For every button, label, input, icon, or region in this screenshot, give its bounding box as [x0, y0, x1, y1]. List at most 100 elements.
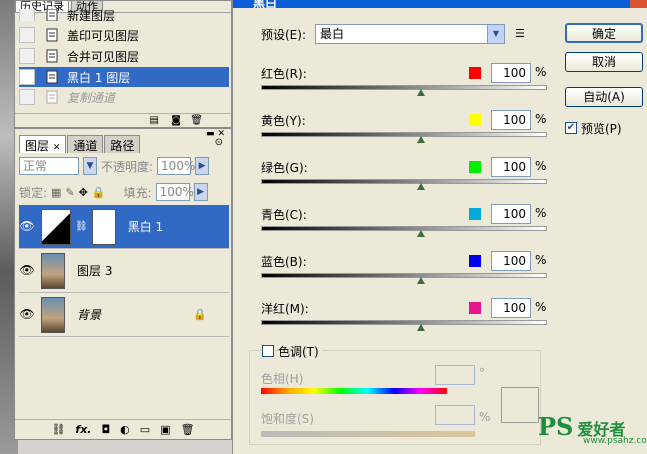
- layer-row-bw[interactable]: 👁 ⛓ 黑白 1: [19, 205, 229, 249]
- hue-slider[interactable]: [261, 388, 447, 394]
- tint-checkbox[interactable]: [262, 345, 274, 357]
- panel-menu-icon[interactable]: ⊙: [215, 137, 223, 148]
- slider-value-input[interactable]: 100: [491, 110, 531, 130]
- blend-mode-dropdown-icon[interactable]: ▼: [83, 157, 97, 175]
- cancel-button[interactable]: 取消: [565, 52, 643, 72]
- slider-track[interactable]: [261, 273, 547, 278]
- new-document-icon[interactable]: ▤: [150, 115, 159, 126]
- mask-thumbnail: [91, 208, 116, 245]
- close-button[interactable]: [630, 0, 647, 8]
- history-item-label: 合并可见图层: [67, 49, 140, 64]
- eye-icon[interactable]: 👁: [19, 307, 35, 323]
- lock-fill-row: 锁定: ▦ ✎ ✥ 🔒 填充: 100% ▶: [19, 181, 227, 203]
- color-swatch: [469, 114, 481, 126]
- saturation-label: 饱和度(S): [261, 412, 314, 426]
- history-item-label: 新建图层: [67, 9, 116, 21]
- history-checkbox[interactable]: [19, 48, 35, 64]
- preset-menu-icon[interactable]: ☰: [515, 27, 525, 40]
- lock-pixels-icon[interactable]: ✎: [65, 186, 74, 199]
- fill-arrow-icon[interactable]: ▶: [193, 183, 208, 201]
- slider-track[interactable]: [261, 320, 547, 325]
- layer-row-background[interactable]: 👁 背景 🔒: [19, 293, 229, 337]
- slider-knob[interactable]: [417, 136, 426, 143]
- dialog-titlebar[interactable]: 黑白: [233, 0, 647, 10]
- ok-button[interactable]: 确定: [565, 23, 643, 43]
- lock-all-icon[interactable]: 🔒: [92, 186, 106, 199]
- slider-knob[interactable]: [417, 183, 426, 190]
- chain-icon[interactable]: ⛓: [75, 221, 88, 232]
- slider-track[interactable]: [261, 85, 547, 90]
- color-swatch: [469, 302, 481, 314]
- lock-icon: 🔒: [193, 308, 207, 321]
- slider-track[interactable]: [261, 179, 547, 184]
- chevron-down-icon[interactable]: ▼: [487, 25, 504, 43]
- opacity-input[interactable]: 100%: [157, 157, 195, 175]
- history-item-selected[interactable]: ▶ 黑白 1 图层: [19, 67, 229, 87]
- history-item[interactable]: 盖印可见图层: [19, 25, 229, 45]
- tab-paths[interactable]: 路径: [104, 135, 141, 153]
- snapshot-icon[interactable]: ◙: [171, 115, 181, 126]
- trash-icon[interactable]: 🗑: [190, 115, 203, 126]
- percent-sign: %: [535, 65, 547, 79]
- eye-icon[interactable]: 👁: [19, 263, 35, 279]
- mask-icon[interactable]: ◘: [101, 423, 110, 436]
- black-white-dialog: 黑白 预设(E): 最白 ▼ ☰ 红色(R): 100% 黄色(Y): 100% 绿色(…: [232, 0, 647, 454]
- fx-icon[interactable]: fx.: [75, 423, 91, 436]
- lock-position-icon[interactable]: ✥: [79, 186, 88, 199]
- tab-layers[interactable]: 图层 ✕: [19, 135, 67, 153]
- slider-label: 红色(R):: [261, 67, 307, 81]
- tint-label: 色调(T): [278, 343, 322, 360]
- slider-knob[interactable]: [417, 324, 426, 331]
- document-icon: [46, 28, 58, 42]
- layer-name: 图层 3: [77, 264, 113, 278]
- eye-icon[interactable]: 👁: [19, 219, 35, 235]
- layers-toolbar: ⛓ fx. ◘ ◐ ▭ ▣ 🗑: [15, 419, 231, 439]
- slider-label: 黄色(Y):: [261, 114, 306, 128]
- layer-row-3[interactable]: 👁 图层 3: [19, 249, 229, 293]
- opacity-label: 不透明度:: [101, 159, 154, 174]
- dialog-title: 黑白: [253, 0, 278, 10]
- opacity-arrow-icon[interactable]: ▶: [195, 157, 210, 175]
- adjustment-icon[interactable]: ◐: [120, 423, 130, 436]
- slider-value-input[interactable]: 100: [491, 298, 531, 318]
- percent-sign: %: [535, 300, 547, 314]
- slider-knob[interactable]: [417, 277, 426, 284]
- history-item[interactable]: 合并可见图层: [19, 46, 229, 66]
- link-icon[interactable]: ⛓: [51, 423, 65, 436]
- saturation-slider[interactable]: [261, 431, 475, 437]
- fill-input[interactable]: 100%: [155, 183, 194, 201]
- history-checkbox[interactable]: [19, 9, 35, 21]
- tint-color-swatch[interactable]: [501, 387, 539, 423]
- percent-sign: %: [535, 159, 547, 173]
- saturation-input[interactable]: [435, 405, 475, 425]
- document-icon: [46, 49, 58, 63]
- trash-icon[interactable]: 🗑: [181, 423, 195, 436]
- slider-track[interactable]: [261, 226, 547, 231]
- slider-track[interactable]: [261, 132, 547, 137]
- history-item-label: 盖印可见图层: [67, 28, 140, 43]
- auto-button[interactable]: 自动(A): [565, 87, 643, 107]
- slider-knob[interactable]: [417, 89, 426, 96]
- slider-knob[interactable]: [417, 230, 426, 237]
- slider-value-input[interactable]: 100: [491, 204, 531, 224]
- history-item[interactable]: 复制通道: [19, 87, 229, 107]
- slider-value-input[interactable]: 100: [491, 157, 531, 177]
- history-state-marker[interactable]: ▶: [19, 69, 35, 85]
- degree-symbol: °: [479, 366, 485, 380]
- history-item[interactable]: 新建图层: [19, 9, 229, 21]
- close-icon[interactable]: ✕: [53, 143, 61, 153]
- folder-icon[interactable]: ▭: [140, 423, 150, 436]
- preset-select[interactable]: 最白 ▼: [315, 24, 505, 44]
- preview-checkbox[interactable]: ✔: [565, 122, 577, 134]
- history-checkbox[interactable]: [19, 27, 35, 43]
- lock-transparent-icon[interactable]: ▦: [51, 186, 61, 199]
- fill-label: 填充:: [123, 185, 152, 200]
- blend-mode-select[interactable]: 正常: [19, 157, 79, 175]
- slider-value-input[interactable]: 100: [491, 63, 531, 83]
- slider-value-input[interactable]: 100: [491, 251, 531, 271]
- history-checkbox[interactable]: [19, 89, 35, 105]
- lock-label: 锁定:: [19, 185, 48, 200]
- new-layer-icon[interactable]: ▣: [160, 423, 170, 436]
- tab-channels[interactable]: 通道: [67, 135, 104, 153]
- hue-input[interactable]: [435, 365, 475, 385]
